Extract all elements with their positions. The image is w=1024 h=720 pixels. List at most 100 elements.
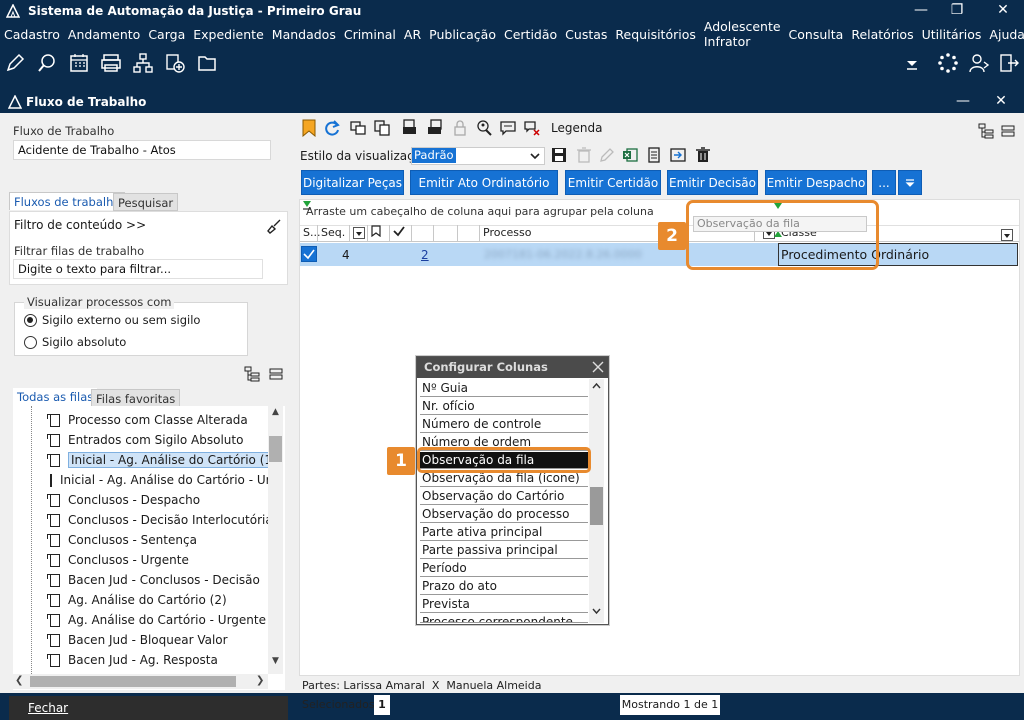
logout-icon[interactable] — [998, 52, 1020, 74]
tree-vscroll-thumb[interactable] — [269, 436, 282, 462]
column-option[interactable]: Processo correspondente — [420, 614, 588, 623]
radio-externo[interactable]: Sigilo externo ou sem sigilo — [24, 313, 200, 327]
filter-dropdown-icon[interactable] — [353, 227, 365, 239]
column-option[interactable]: Nr. ofício — [420, 398, 588, 415]
column-option[interactable]: Número de controle — [420, 416, 588, 433]
radio-absoluto-dot[interactable] — [24, 335, 37, 349]
message-icon[interactable] — [500, 120, 516, 136]
menu-ajuda[interactable]: Ajuda — [985, 27, 1024, 42]
menu-adolescente-infrator[interactable]: Adolescente Infrator — [700, 19, 785, 49]
legenda-link[interactable]: Legenda — [551, 121, 602, 135]
edit-icon[interactable] — [4, 52, 26, 74]
calendar-icon[interactable] — [68, 52, 90, 74]
fechar-button[interactable]: Fechar — [9, 696, 288, 720]
col-empty2-header[interactable] — [434, 225, 458, 242]
chevron-up-icon[interactable] — [591, 381, 602, 391]
tree-item[interactable]: Inicial - Ag. Análise do Cartório - Urge… — [50, 470, 268, 490]
column-option[interactable]: Prevista — [420, 596, 588, 613]
zoom-person-icon[interactable] — [475, 119, 493, 137]
menu-consulta[interactable]: Consulta — [785, 27, 848, 42]
dialog-close-icon[interactable] — [592, 361, 604, 373]
menu-cadastro[interactable]: Cadastro — [0, 27, 64, 42]
column-option[interactable]: Observação do processo — [420, 506, 588, 523]
col-seq-filter[interactable] — [350, 225, 368, 242]
refresh-icon[interactable] — [324, 119, 340, 137]
copy-icon[interactable] — [374, 120, 390, 136]
chevron-down-icon[interactable] — [591, 606, 602, 616]
tree-item[interactable]: Conclusos - Sentença — [47, 530, 197, 550]
scroll-up-icon[interactable]: ▲ — [268, 407, 283, 421]
row-checkbox[interactable] — [301, 246, 317, 262]
grid-expand-icon[interactable] — [978, 123, 994, 139]
column-option[interactable]: Observação do Cartório — [420, 488, 588, 505]
menu-certidao[interactable]: Certidão — [500, 27, 561, 42]
filtro-conteudo-link[interactable]: Filtro de conteúdo >> — [14, 218, 146, 232]
menu-mandados[interactable]: Mandados — [268, 27, 340, 42]
bookmark-icon[interactable] — [301, 119, 317, 137]
menu-carga[interactable]: Carga — [144, 27, 189, 42]
tree-hscroll-thumb[interactable] — [30, 676, 236, 687]
dialog-vscroll-thumb[interactable] — [590, 487, 603, 525]
col-check-header[interactable] — [390, 225, 412, 242]
tree-item[interactable]: Processo com Classe Alterada — [47, 410, 248, 430]
col-empty3-header[interactable] — [458, 225, 480, 242]
restore-button[interactable]: ❐ — [940, 0, 974, 22]
menu-criminal[interactable]: Criminal — [340, 27, 400, 42]
tab-pesquisar[interactable]: Pesquisar — [113, 193, 179, 211]
row-num-link[interactable]: 2 — [421, 248, 429, 262]
column-option[interactable]: Nº Guia — [420, 380, 588, 397]
dropdown-arrow-icon[interactable] — [903, 52, 921, 74]
folder-icon[interactable] — [196, 52, 218, 74]
menu-utilitarios[interactable]: Utilitários — [918, 27, 986, 42]
trash-icon[interactable] — [695, 147, 711, 163]
menu-ar[interactable]: AR — [400, 27, 425, 42]
user-switch-icon[interactable] — [968, 52, 990, 74]
subwindow-minimize-button[interactable]: — — [946, 91, 980, 113]
brush-icon[interactable] — [266, 218, 282, 234]
menu-publicacao[interactable]: Publicação — [425, 27, 500, 42]
column-option[interactable]: Parte passiva principal — [420, 542, 588, 559]
tree-item[interactable]: Entrados com Sigilo Absoluto — [47, 430, 243, 450]
excel-icon[interactable] — [622, 147, 638, 163]
col-s-header[interactable]: S... — [300, 225, 320, 242]
tree-item-selected[interactable]: Inicial - Ag. Análise do Cartório (1) — [47, 450, 280, 470]
col-seq-header[interactable]: Seq. — [318, 225, 350, 242]
tree-item[interactable]: Bacen Jud - Ag. Resposta — [47, 650, 218, 670]
scroll-left-icon[interactable]: ❮ — [15, 675, 23, 686]
org-chart-icon[interactable] — [132, 52, 154, 74]
save-icon[interactable] — [551, 147, 567, 163]
minimize-button[interactable]: — — [904, 0, 938, 22]
add-document-icon[interactable] — [164, 52, 186, 74]
fluxo-field[interactable]: Acidente de Trabalho - Atos — [13, 140, 271, 160]
actions-dropdown-button[interactable] — [898, 170, 922, 195]
tree-item[interactable]: Conclusos - Urgente — [47, 550, 189, 570]
search-process-icon[interactable] — [36, 52, 58, 74]
menu-andamento[interactable]: Andamento — [64, 27, 144, 42]
print-doc-icon[interactable] — [402, 119, 420, 137]
print-list-icon[interactable] — [426, 119, 444, 137]
tree-expand-icon[interactable] — [244, 366, 260, 382]
export-icon[interactable] — [670, 147, 686, 163]
emitir-despacho-button[interactable]: Emitir Despacho — [765, 170, 867, 195]
tree-item[interactable]: Ag. Análise do Cartório (2) — [47, 590, 227, 610]
filter-dropdown-icon[interactable] — [1001, 228, 1013, 241]
more-actions-button[interactable]: ... — [872, 170, 896, 195]
row-processo[interactable]: 2007181-06.2022.8.26.0000 — [484, 248, 642, 261]
subwindow-close-button[interactable]: ✕ — [984, 91, 1018, 113]
digitalizar-pecas-button[interactable]: Digitalizar Peças — [301, 170, 404, 195]
menu-custas[interactable]: Custas — [561, 27, 611, 42]
close-button[interactable]: ✕ — [986, 0, 1020, 22]
tree-item[interactable]: Bacen Jud - Bloquear Valor — [47, 630, 228, 650]
grid-collapse-icon[interactable] — [1000, 123, 1016, 139]
filtrar-input[interactable]: Digite o texto para filtrar... — [13, 259, 263, 279]
tree-collapse-icon[interactable] — [268, 366, 284, 382]
col-empty-header[interactable] — [412, 225, 434, 242]
document-list-icon[interactable] — [646, 147, 662, 163]
scroll-right-icon[interactable]: ❯ — [256, 675, 264, 686]
emitir-decisao-button[interactable]: Emitir Decisão — [667, 170, 758, 195]
radio-absoluto[interactable]: Sigilo absoluto — [24, 335, 126, 349]
col-classe-dropdown[interactable] — [1001, 227, 1013, 241]
menu-requisitorios[interactable]: Requisitórios — [611, 27, 699, 42]
tab-todas-filas[interactable]: Todas as filas — [13, 388, 98, 406]
tab-fluxos[interactable]: Fluxos de trabalho — [9, 192, 126, 210]
